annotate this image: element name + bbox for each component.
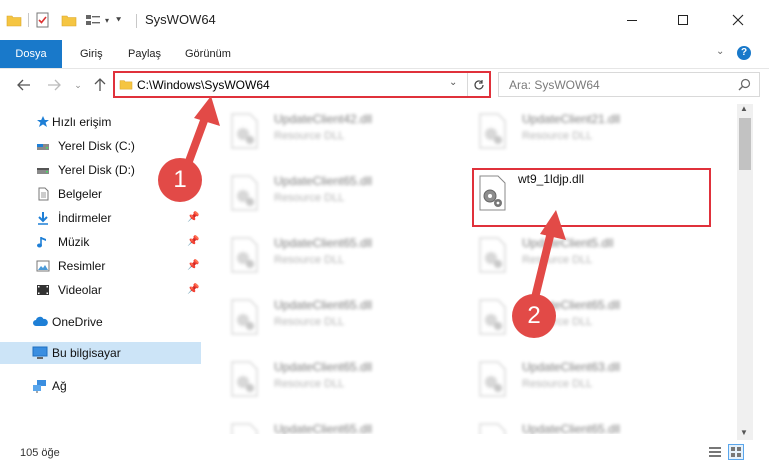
annotation-arrows bbox=[181, 96, 566, 310]
tiles-view-icon[interactable] bbox=[728, 444, 744, 460]
step-badge-1: 1 bbox=[158, 158, 202, 202]
step-badge-2: 2 bbox=[512, 294, 556, 338]
details-view-icon[interactable] bbox=[708, 446, 722, 461]
arrow-2 bbox=[529, 210, 566, 310]
status-bar: 105 öğe bbox=[0, 440, 769, 475]
item-count: 105 öğe bbox=[20, 447, 60, 459]
